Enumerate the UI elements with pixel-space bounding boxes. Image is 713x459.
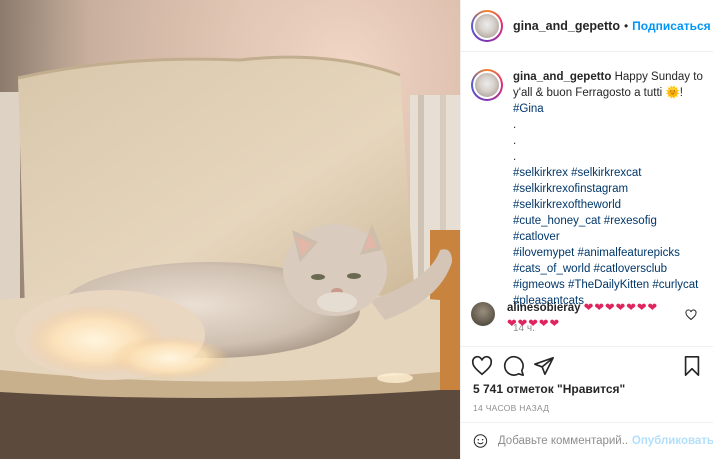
emoji-icon[interactable] <box>473 431 488 451</box>
hashtag-line[interactable]: #cute_honey_cat #rexesofig #catlover <box>513 213 703 245</box>
post-header: gina_and_gepetto • Подписаться <box>461 0 713 52</box>
caption-username[interactable]: gina_and_gepetto <box>513 71 611 83</box>
post-timestamp[interactable]: 14 ЧАСОВ НАЗАД <box>473 403 549 413</box>
hashtag-line[interactable]: #selkirkrex #selkirkrexcat <box>513 165 703 181</box>
comment-icon[interactable] <box>503 355 525 377</box>
comment-hearts: ❤❤❤❤❤❤❤ <box>583 302 659 314</box>
avatar[interactable] <box>471 9 503 42</box>
action-bar <box>471 355 707 381</box>
heart-icon[interactable] <box>471 355 493 377</box>
bookmark-icon[interactable] <box>681 355 703 377</box>
hashtag-gina[interactable]: #Gina <box>513 101 703 117</box>
comment-hearts: ❤❤❤❤❤ <box>507 318 561 330</box>
post-photo[interactable] <box>0 0 460 459</box>
caption-dot: . <box>513 151 517 163</box>
caption-dot: . <box>513 119 517 131</box>
caption-dot: . <box>513 135 517 147</box>
comment-body: alinesobieray ❤❤❤❤❤❤❤ ❤❤❤❤❤ <box>507 300 677 332</box>
add-comment-bar: Опубликовать <box>461 422 713 459</box>
likes-count[interactable]: 5 741 отметок "Нравится" <box>473 382 625 396</box>
hashtag-line[interactable]: #ilovemypet #animalfeaturepicks <box>513 245 703 261</box>
hashtag-line[interactable]: #selkirkrexofinstagram <box>513 181 703 197</box>
comment-input[interactable] <box>497 435 628 447</box>
comment-item: alinesobieray ❤❤❤❤❤❤❤ ❤❤❤❤❤ <box>471 300 711 332</box>
username-link[interactable]: gina_and_gepetto <box>513 19 620 33</box>
caption-body: gina_and_gepetto Happy Sunday to y'all &… <box>513 69 703 337</box>
caption-emoji: 🌞! <box>665 87 683 99</box>
comment-like-heart-icon[interactable] <box>685 309 697 321</box>
hashtag-line[interactable]: #cats_of_world #catloversclub <box>513 261 703 277</box>
cat-on-radiator-hammock-image <box>0 0 460 459</box>
separator-dot: • <box>623 18 629 33</box>
commenter-username[interactable]: alinesobieray <box>507 302 581 314</box>
commenter-avatar[interactable] <box>471 302 495 326</box>
hashtag-line[interactable]: #igmeows #TheDailyKitten #curlycat <box>513 277 703 293</box>
post-side-panel: gina_and_gepetto • Подписаться gina_and_… <box>460 0 713 459</box>
caption-avatar[interactable] <box>471 69 503 101</box>
hashtag-line[interactable]: #selkirkrexoftheworld <box>513 197 703 213</box>
post-view: gina_and_gepetto • Подписаться gina_and_… <box>0 0 713 459</box>
caption: gina_and_gepetto Happy Sunday to y'all &… <box>461 53 713 337</box>
comments-list[interactable]: gina_and_gepetto Happy Sunday to y'all &… <box>461 53 713 346</box>
follow-button[interactable]: Подписаться <box>632 19 710 33</box>
publish-button[interactable]: Опубликовать <box>632 435 713 447</box>
share-icon[interactable] <box>533 355 555 377</box>
